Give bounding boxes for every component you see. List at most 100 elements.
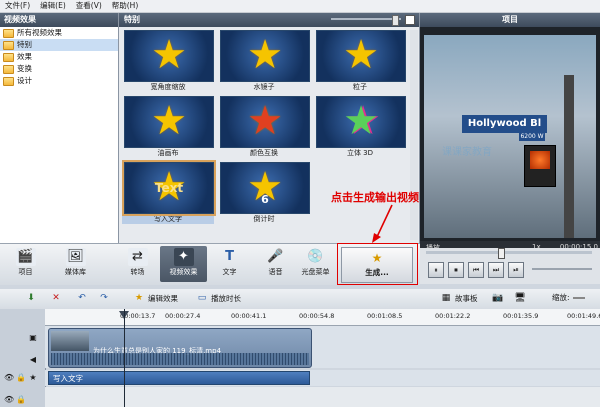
countdown-number: 6 [261,193,269,206]
delete-button[interactable]: ✕ [50,292,62,304]
zoom-control: 缩放: [552,292,585,303]
film-icon: 🎬 [15,248,36,266]
project-button[interactable]: 🎬 项目 [2,246,49,282]
pause-button[interactable]: ⏸ [428,262,444,278]
stop-button[interactable]: ⏹ [448,262,464,278]
audio-waveform [51,353,309,365]
category-transform[interactable]: 变换 [0,63,118,75]
redo-button[interactable]: ↷ [98,292,110,304]
visibility-icon[interactable]: 👁 [4,395,14,405]
category-special[interactable]: 特别 [0,39,118,51]
button-label: 语音 [268,268,283,276]
ruler-tick: 00:00:54.8 [299,312,335,320]
category-all-effects[interactable]: 所有视频效果 [0,27,118,39]
hand-signal-icon [530,151,550,169]
street-number-sign: 6200 W [519,133,545,141]
effect-label: 宽角度缩放 [150,83,186,91]
effect-tile-countdown[interactable]: ★ 6 倒计时 [218,162,310,224]
storyboard-icon: ▦ [441,293,451,303]
effect-tile-3d[interactable]: ★ 立体 3D [314,96,406,158]
street-sign-text: Hollywood Bl [467,118,542,129]
text-effect-clip[interactable]: 写入文字 [48,371,310,385]
annotation-highlight-box [337,243,418,285]
menu-edit[interactable]: 编辑(E) [35,0,71,12]
button-label: 转场 [130,268,145,276]
menu-file[interactable]: 文件(F) [0,0,35,12]
zoom-slider[interactable] [572,296,585,299]
category-effects[interactable]: 效果 [0,51,118,63]
seek-handle[interactable] [498,248,505,259]
previous-frame-button[interactable]: ⏮ [468,262,484,278]
playhead[interactable] [124,309,125,407]
ruler-tick: 00:01:22.2 [435,312,471,320]
annotation-arrow [372,204,393,243]
ruler-tick: 00:01:49.6 [567,312,600,320]
category-label: 变换 [17,64,32,73]
effect-label: 水镜子 [253,83,275,91]
delete-icon: ✕ [52,293,60,303]
next-frame-button[interactable]: ⏭ [488,262,504,278]
transition-button[interactable]: ⇄ 转场 [114,246,161,282]
ruler-tick: 00:00:27.4 [165,312,201,320]
star-icon: ★ [151,32,187,79]
storyboard-label: 故事板 [455,293,478,303]
player-controls: ⏸ ⏹ ⏮ ⏭ ⏯ [420,248,600,284]
undo-button[interactable]: ↶ [76,292,88,304]
folder-icon [3,64,14,74]
effect-tile-water-mirror[interactable]: ★ 水镜子 [218,30,310,92]
folder-icon [3,28,14,38]
video-track: 为什么生意总是别人家的 119_标清.mp4 [45,326,600,368]
effect-tile-wide-zoom[interactable]: ★ 宽角度缩放 [122,30,214,92]
monitor-button[interactable]: 🖥 [514,292,526,304]
effect-thumbnail: ★ [316,96,406,148]
button-label: 视频效果 [169,268,198,276]
volume-slider[interactable] [532,268,592,270]
menu-view[interactable]: 查看(V) [71,0,107,12]
effect-tile-oil-canvas[interactable]: ★ 油画布 [122,96,214,158]
thumbnail-size-slider[interactable] [331,18,401,20]
street-sign: Hollywood Bl [462,115,547,133]
snapshot-button[interactable]: 📷 [492,292,504,304]
video-preview: Hollywood Bl 6200 W 课课家教育 [424,35,596,238]
visibility-icon[interactable]: 👁 [4,373,14,383]
camera-icon: 📷 [492,293,504,303]
button-label: 项目 [18,268,33,276]
video-effects-button[interactable]: ✦ 视频效果 [160,246,207,282]
button-label: 媒体库 [65,268,86,276]
add-to-timeline-button[interactable]: ⬇ [25,292,37,304]
traffic-signal [524,145,556,187]
panel-title: 视频效果 [0,13,118,27]
transition-icon: ⇄ [127,248,148,266]
effect-thumbnail: ★ [220,30,310,82]
audio-track-icon: ◀ [29,355,37,364]
category-label: 设计 [17,76,32,85]
ruler-tick: 00:00:41.1 [231,312,267,320]
category-design[interactable]: 设计 [0,75,118,87]
slider-handle[interactable] [392,15,399,26]
effect-tile-particles[interactable]: ★ 粒子 [314,30,406,92]
fullscreen-button[interactable]: ⏯ [508,262,524,278]
video-clip[interactable]: 为什么生意总是别人家的 119_标清.mp4 [48,328,312,368]
effect-thumbnail: ★ [124,30,214,82]
lock-icon[interactable]: 🔒 [16,395,26,405]
effect-tile-write-text[interactable]: ★ Text 写入文字 [122,160,216,224]
undo-icon: ↶ [78,293,86,303]
play-duration-label: 播放时长 [211,293,241,303]
star-icon: ★ [247,32,283,79]
effect-tile-color-swap[interactable]: ★ 颜色互换 [218,96,310,158]
disc-menu-button[interactable]: 💿 光盘菜单 [292,246,339,282]
effects-scrollbar[interactable] [410,30,418,240]
text-icon: T [225,249,234,264]
media-library-button[interactable]: 🖼 媒体库 [52,246,99,282]
view-toggle-icon[interactable] [405,15,415,25]
text-button[interactable]: T 文字 [206,246,253,282]
effect-label: 立体 3D [346,149,374,157]
edit-effects-button[interactable]: ★ 编辑效果 [133,292,178,304]
menu-help[interactable]: 帮助(H) [107,0,144,12]
play-duration-button[interactable]: ▭ 播放时长 [196,292,241,304]
seek-bar[interactable] [426,248,592,259]
folder-icon [3,40,14,50]
lock-icon[interactable]: 🔒 [16,373,26,383]
star-icon: ★ [343,98,379,145]
storyboard-button[interactable]: ▦ 故事板 [440,292,478,304]
